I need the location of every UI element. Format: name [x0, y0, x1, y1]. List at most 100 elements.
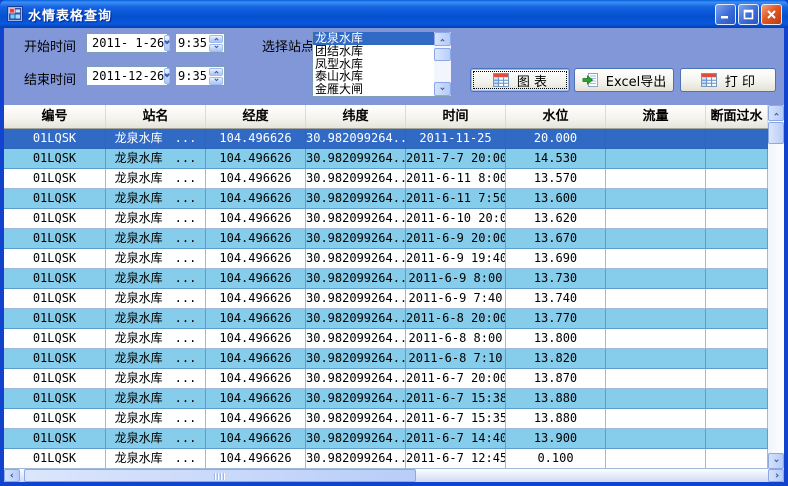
- cell-id[interactable]: 01LQSK: [4, 429, 106, 449]
- cell-latitude[interactable]: 30.982099264...: [306, 169, 406, 189]
- cell-longitude[interactable]: 104.496626: [206, 349, 306, 369]
- cell-id[interactable]: 01LQSK: [4, 329, 106, 349]
- cell-longitude[interactable]: 104.496626: [206, 289, 306, 309]
- cell-latitude[interactable]: 30.982099264...: [306, 289, 406, 309]
- cell-section-area[interactable]: [706, 269, 768, 289]
- scroll-up-icon[interactable]: [768, 105, 784, 121]
- cell-latitude[interactable]: 30.982099264...: [306, 229, 406, 249]
- scroll-right-icon[interactable]: [768, 469, 784, 482]
- cell-latitude[interactable]: 30.982099264...: [306, 409, 406, 429]
- table-row[interactable]: 01LQSK 龙泉水库 ... 104.496626 30.982099264.…: [4, 289, 768, 309]
- start-time-up-icon[interactable]: [209, 35, 223, 43]
- station-option[interactable]: 泰山水库: [313, 70, 434, 83]
- cell-flow[interactable]: [606, 149, 706, 169]
- cell-longitude[interactable]: 104.496626: [206, 309, 306, 329]
- cell-water-level[interactable]: 13.600: [506, 189, 606, 209]
- cell-id[interactable]: 01LQSK: [4, 269, 106, 289]
- grid-horizontal-scrollbar[interactable]: [4, 469, 784, 482]
- table-row[interactable]: 01LQSK 龙泉水库 ... 104.496626 30.982099264.…: [4, 349, 768, 369]
- cell-section-area[interactable]: [706, 389, 768, 409]
- column-header[interactable]: 流量: [606, 105, 706, 128]
- cell-station[interactable]: 龙泉水库 ...: [106, 229, 206, 249]
- cell-longitude[interactable]: 104.496626: [206, 369, 306, 389]
- chart-button[interactable]: 图 表: [470, 68, 570, 92]
- table-row[interactable]: 01LQSK 龙泉水库 ... 104.496626 30.982099264.…: [4, 309, 768, 329]
- cell-time[interactable]: 2011-6-7 12:45: [406, 449, 506, 469]
- cell-latitude[interactable]: 30.982099264...: [306, 329, 406, 349]
- cell-station[interactable]: 龙泉水库 ...: [106, 429, 206, 449]
- table-row[interactable]: 01LQSK 龙泉水库 ... 104.496626 30.982099264.…: [4, 249, 768, 269]
- cell-time[interactable]: 2011-6-9 7:40: [406, 289, 506, 309]
- cell-time[interactable]: 2011-11-25: [406, 129, 506, 149]
- end-date-dropdown-icon[interactable]: [164, 68, 170, 84]
- cell-section-area[interactable]: [706, 409, 768, 429]
- table-row[interactable]: 01LQSK 龙泉水库 ... 104.496626 30.982099264.…: [4, 169, 768, 189]
- cell-water-level[interactable]: 13.800: [506, 329, 606, 349]
- cell-station[interactable]: 龙泉水库 ...: [106, 249, 206, 269]
- cell-latitude[interactable]: 30.982099264...: [306, 449, 406, 469]
- cell-flow[interactable]: [606, 309, 706, 329]
- cell-flow[interactable]: [606, 249, 706, 269]
- cell-section-area[interactable]: [706, 329, 768, 349]
- cell-flow[interactable]: [606, 389, 706, 409]
- station-option[interactable]: 金雁大闸: [313, 83, 434, 96]
- cell-station[interactable]: 龙泉水库 ...: [106, 149, 206, 169]
- cell-water-level[interactable]: 13.670: [506, 229, 606, 249]
- end-time-down-icon[interactable]: [209, 77, 223, 85]
- start-time-spinner[interactable]: 9:35: [175, 33, 225, 53]
- cell-water-level[interactable]: 20.000: [506, 129, 606, 149]
- cell-time[interactable]: 2011-6-10 20:00: [406, 209, 506, 229]
- cell-section-area[interactable]: [706, 169, 768, 189]
- scroll-down-icon[interactable]: [434, 82, 451, 96]
- cell-station[interactable]: 龙泉水库 ...: [106, 369, 206, 389]
- cell-time[interactable]: 2011-6-7 15:38: [406, 389, 506, 409]
- cell-id[interactable]: 01LQSK: [4, 389, 106, 409]
- cell-longitude[interactable]: 104.496626: [206, 389, 306, 409]
- cell-section-area[interactable]: [706, 129, 768, 149]
- cell-latitude[interactable]: 30.982099264...: [306, 209, 406, 229]
- cell-station[interactable]: 龙泉水库 ...: [106, 289, 206, 309]
- cell-water-level[interactable]: 13.690: [506, 249, 606, 269]
- cell-time[interactable]: 2011-6-7 14:40: [406, 429, 506, 449]
- cell-time[interactable]: 2011-6-7 20:00: [406, 369, 506, 389]
- cell-water-level[interactable]: 13.880: [506, 409, 606, 429]
- table-row[interactable]: 01LQSK 龙泉水库 ... 104.496626 30.982099264.…: [4, 389, 768, 409]
- cell-id[interactable]: 01LQSK: [4, 289, 106, 309]
- cell-longitude[interactable]: 104.496626: [206, 429, 306, 449]
- scroll-thumb[interactable]: [24, 469, 416, 482]
- cell-station[interactable]: 龙泉水库 ...: [106, 129, 206, 149]
- cell-section-area[interactable]: [706, 369, 768, 389]
- cell-id[interactable]: 01LQSK: [4, 129, 106, 149]
- cell-latitude[interactable]: 30.982099264...: [306, 189, 406, 209]
- cell-station[interactable]: 龙泉水库 ...: [106, 309, 206, 329]
- cell-flow[interactable]: [606, 369, 706, 389]
- cell-flow[interactable]: [606, 289, 706, 309]
- cell-water-level[interactable]: 13.900: [506, 429, 606, 449]
- cell-longitude[interactable]: 104.496626: [206, 209, 306, 229]
- cell-station[interactable]: 龙泉水库 ...: [106, 449, 206, 469]
- cell-flow[interactable]: [606, 229, 706, 249]
- cell-longitude[interactable]: 104.496626: [206, 329, 306, 349]
- table-row[interactable]: 01LQSK 龙泉水库 ... 104.496626 30.982099264.…: [4, 269, 768, 289]
- column-header[interactable]: 水位: [506, 105, 606, 128]
- cell-id[interactable]: 01LQSK: [4, 189, 106, 209]
- start-time-down-icon[interactable]: [209, 44, 223, 52]
- cell-latitude[interactable]: 30.982099264...: [306, 389, 406, 409]
- cell-flow[interactable]: [606, 169, 706, 189]
- cell-water-level[interactable]: 14.530: [506, 149, 606, 169]
- cell-flow[interactable]: [606, 209, 706, 229]
- cell-section-area[interactable]: [706, 189, 768, 209]
- cell-latitude[interactable]: 30.982099264...: [306, 129, 406, 149]
- cell-station[interactable]: 龙泉水库 ...: [106, 409, 206, 429]
- cell-latitude[interactable]: 30.982099264...: [306, 369, 406, 389]
- cell-water-level[interactable]: 13.770: [506, 309, 606, 329]
- cell-section-area[interactable]: [706, 449, 768, 469]
- cell-station[interactable]: 龙泉水库 ...: [106, 169, 206, 189]
- station-option[interactable]: 凤型水库: [313, 58, 434, 71]
- cell-section-area[interactable]: [706, 229, 768, 249]
- cell-longitude[interactable]: 104.496626: [206, 269, 306, 289]
- cell-time[interactable]: 2011-6-8 20:00: [406, 309, 506, 329]
- table-row[interactable]: 01LQSK 龙泉水库 ... 104.496626 30.982099264.…: [4, 189, 768, 209]
- cell-station[interactable]: 龙泉水库 ...: [106, 269, 206, 289]
- cell-longitude[interactable]: 104.496626: [206, 249, 306, 269]
